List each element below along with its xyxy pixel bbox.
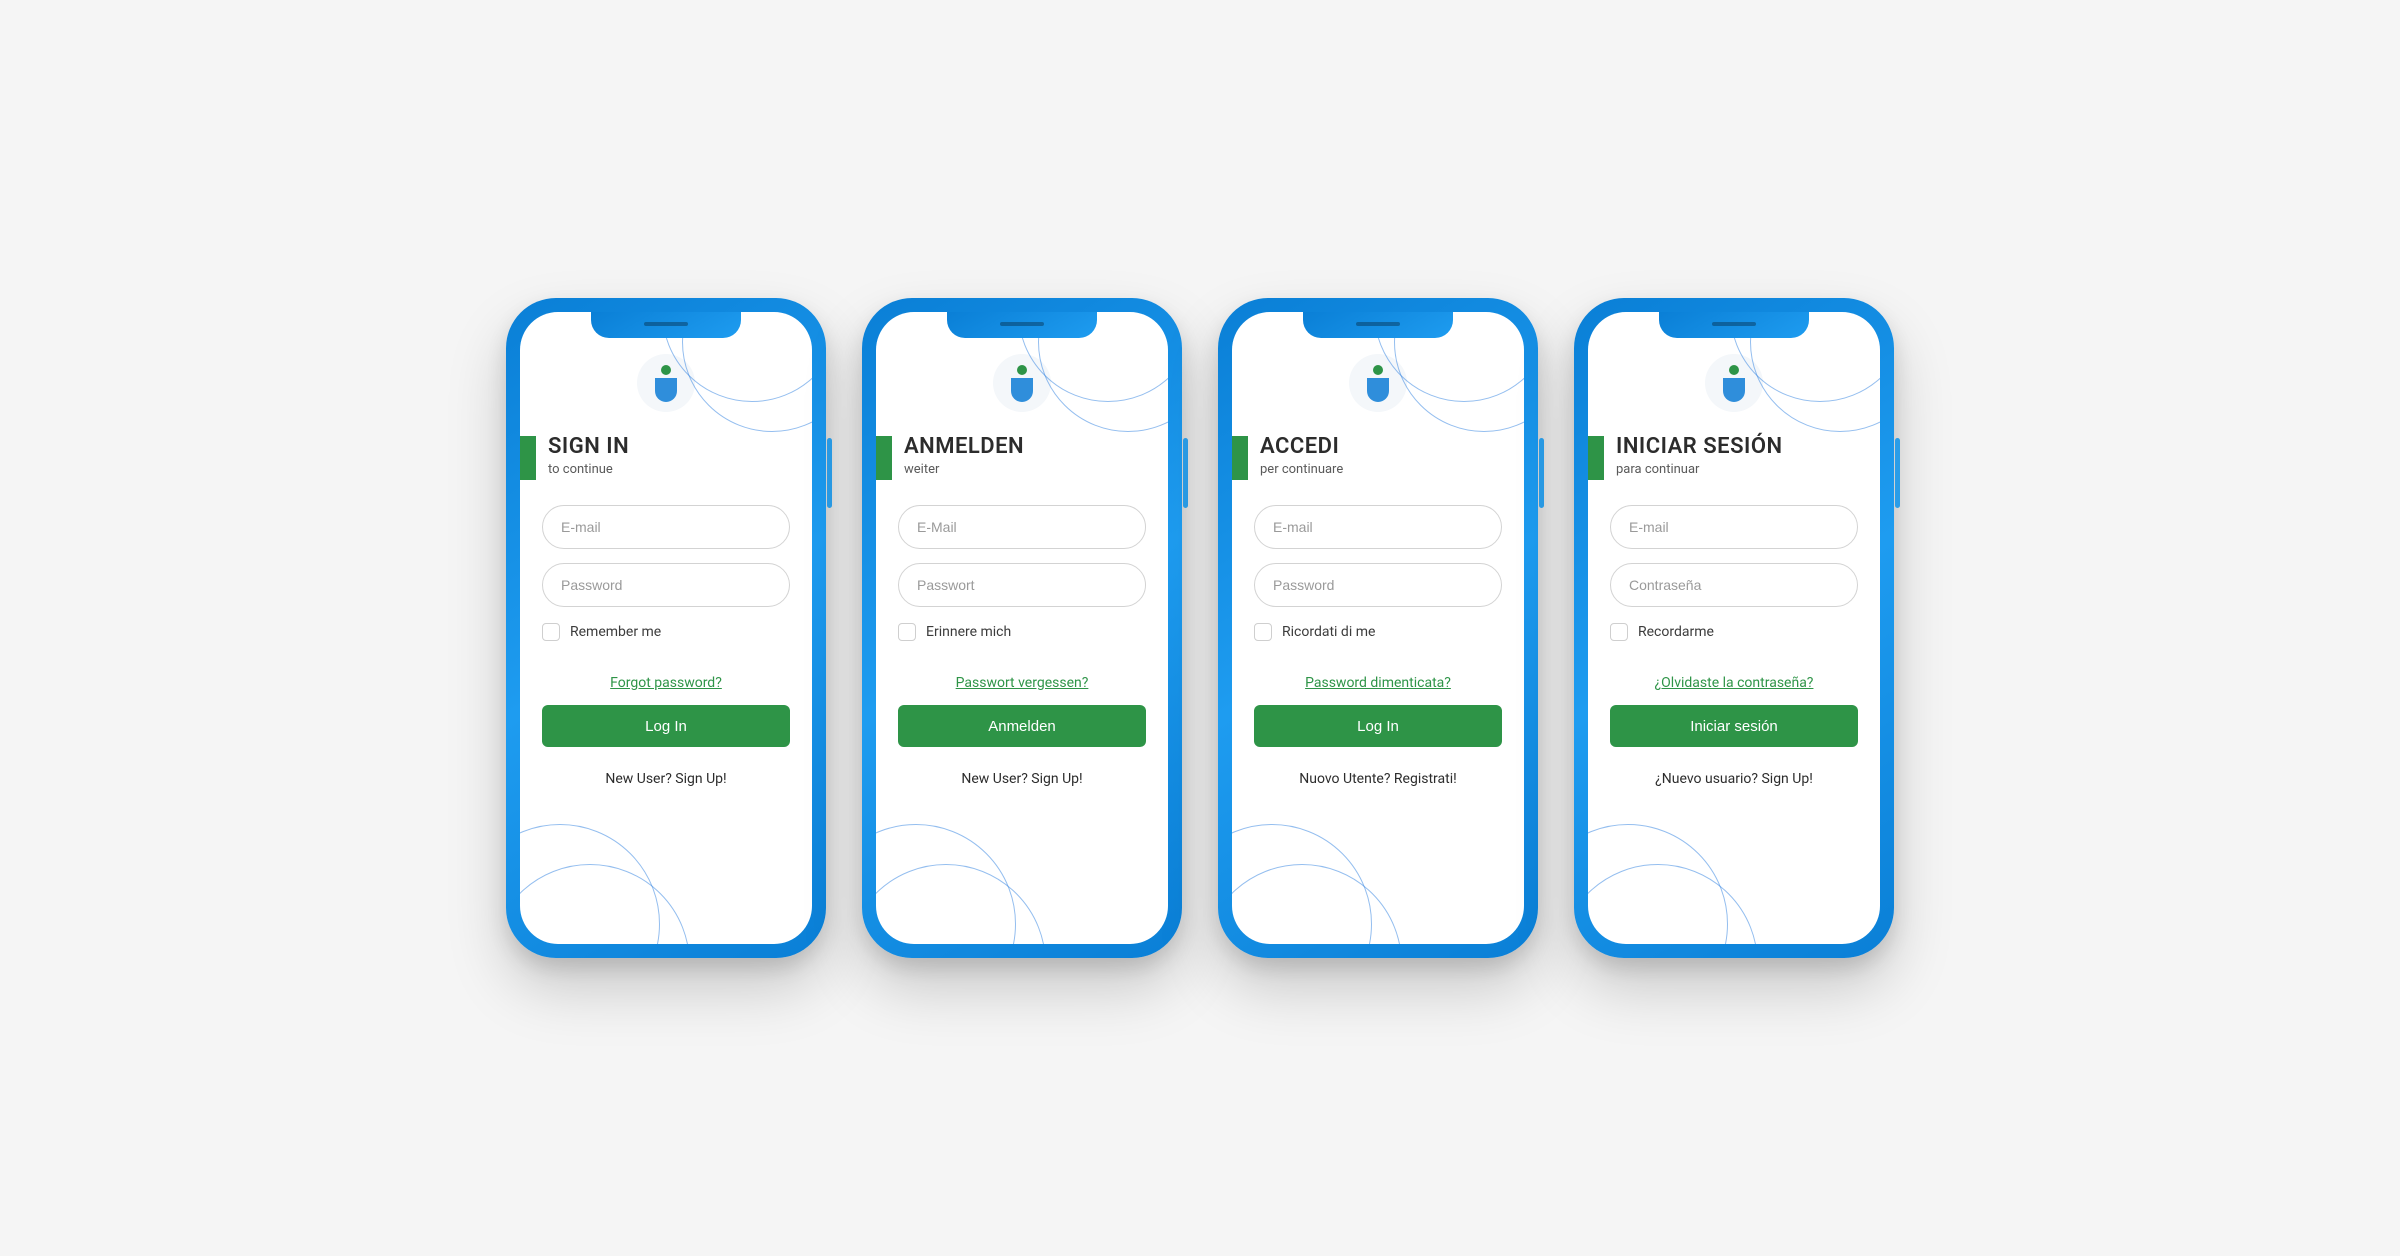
notch-icon (947, 312, 1097, 338)
page-title: ACCEDI (1260, 434, 1343, 459)
page-subtitle: para continuar (1616, 462, 1783, 477)
remember-row: Remember me (542, 623, 790, 641)
forgot-password-link[interactable]: Forgot password? (542, 675, 790, 691)
title-text: ANMELDEN weiter (904, 434, 1024, 477)
email-field[interactable] (542, 505, 790, 549)
email-field[interactable] (1610, 505, 1858, 549)
accent-block-icon (1588, 436, 1604, 480)
title-row: ANMELDEN weiter (876, 434, 1168, 477)
remember-checkbox[interactable] (542, 623, 560, 641)
title-text: SIGN IN to continue (548, 434, 629, 477)
phones-row: SIGN IN to continue Remember me Forgot p… (506, 298, 1894, 958)
phone-mockup: SIGN IN to continue Remember me Forgot p… (506, 298, 826, 958)
remember-label: Ricordati di me (1282, 624, 1375, 640)
deco-circle-icon (520, 864, 690, 944)
deco-circle-icon (1232, 864, 1402, 944)
remember-checkbox[interactable] (898, 623, 916, 641)
remember-label: Recordarme (1638, 624, 1714, 640)
email-field[interactable] (898, 505, 1146, 549)
remember-label: Erinnere mich (926, 624, 1011, 640)
notch-icon (1303, 312, 1453, 338)
forgot-password-link[interactable]: Password dimenticata? (1254, 675, 1502, 691)
phone-screen: SIGN IN to continue Remember me Forgot p… (520, 312, 812, 944)
remember-checkbox[interactable] (1254, 623, 1272, 641)
phone-screen: ACCEDI per continuare Ricordati di me Pa… (1232, 312, 1524, 944)
signin-form: Erinnere mich Passwort vergessen? Anmeld… (876, 477, 1168, 787)
email-field[interactable] (1254, 505, 1502, 549)
page-subtitle: per continuare (1260, 462, 1343, 477)
password-field[interactable] (1610, 563, 1858, 607)
password-field[interactable] (1254, 563, 1502, 607)
side-button-icon (827, 438, 832, 508)
title-row: SIGN IN to continue (520, 434, 812, 477)
signup-link[interactable]: New User? Sign Up! (898, 771, 1146, 787)
login-button[interactable]: Anmelden (898, 705, 1146, 747)
side-button-icon (1895, 438, 1900, 508)
title-text: INICIAR SESIÓN para continuar (1616, 434, 1783, 477)
remember-checkbox[interactable] (1610, 623, 1628, 641)
remember-row: Ricordati di me (1254, 623, 1502, 641)
page-title: INICIAR SESIÓN (1616, 434, 1783, 459)
signup-link[interactable]: Nuovo Utente? Registrati! (1254, 771, 1502, 787)
signin-form: Remember me Forgot password? Log In New … (520, 477, 812, 787)
page-title: ANMELDEN (904, 434, 1024, 459)
signup-link[interactable]: ¿Nuevo usuario? Sign Up! (1610, 771, 1858, 787)
page-subtitle: weiter (904, 462, 1024, 477)
accent-block-icon (876, 436, 892, 480)
signin-form: Recordarme ¿Olvidaste la contraseña? Ini… (1588, 477, 1880, 787)
login-button[interactable]: Log In (1254, 705, 1502, 747)
signup-link[interactable]: New User? Sign Up! (542, 771, 790, 787)
login-button[interactable]: Log In (542, 705, 790, 747)
password-field[interactable] (542, 563, 790, 607)
title-row: INICIAR SESIÓN para continuar (1588, 434, 1880, 477)
remember-row: Recordarme (1610, 623, 1858, 641)
accent-block-icon (1232, 436, 1248, 480)
login-button[interactable]: Iniciar sesión (1610, 705, 1858, 747)
remember-label: Remember me (570, 624, 661, 640)
phone-mockup: ANMELDEN weiter Erinnere mich Passwort v… (862, 298, 1182, 958)
forgot-password-link[interactable]: Passwort vergessen? (898, 675, 1146, 691)
phone-screen: INICIAR SESIÓN para continuar Recordarme… (1588, 312, 1880, 944)
notch-icon (591, 312, 741, 338)
accent-block-icon (520, 436, 536, 480)
phone-mockup: ACCEDI per continuare Ricordati di me Pa… (1218, 298, 1538, 958)
page-title: SIGN IN (548, 434, 629, 459)
phone-mockup: INICIAR SESIÓN para continuar Recordarme… (1574, 298, 1894, 958)
password-field[interactable] (898, 563, 1146, 607)
notch-icon (1659, 312, 1809, 338)
title-text: ACCEDI per continuare (1260, 434, 1343, 477)
deco-circle-icon (876, 864, 1046, 944)
forgot-password-link[interactable]: ¿Olvidaste la contraseña? (1610, 675, 1858, 691)
page-subtitle: to continue (548, 462, 629, 477)
title-row: ACCEDI per continuare (1232, 434, 1524, 477)
side-button-icon (1183, 438, 1188, 508)
side-button-icon (1539, 438, 1544, 508)
remember-row: Erinnere mich (898, 623, 1146, 641)
deco-circle-icon (1588, 864, 1758, 944)
phone-screen: ANMELDEN weiter Erinnere mich Passwort v… (876, 312, 1168, 944)
signin-form: Ricordati di me Password dimenticata? Lo… (1232, 477, 1524, 787)
